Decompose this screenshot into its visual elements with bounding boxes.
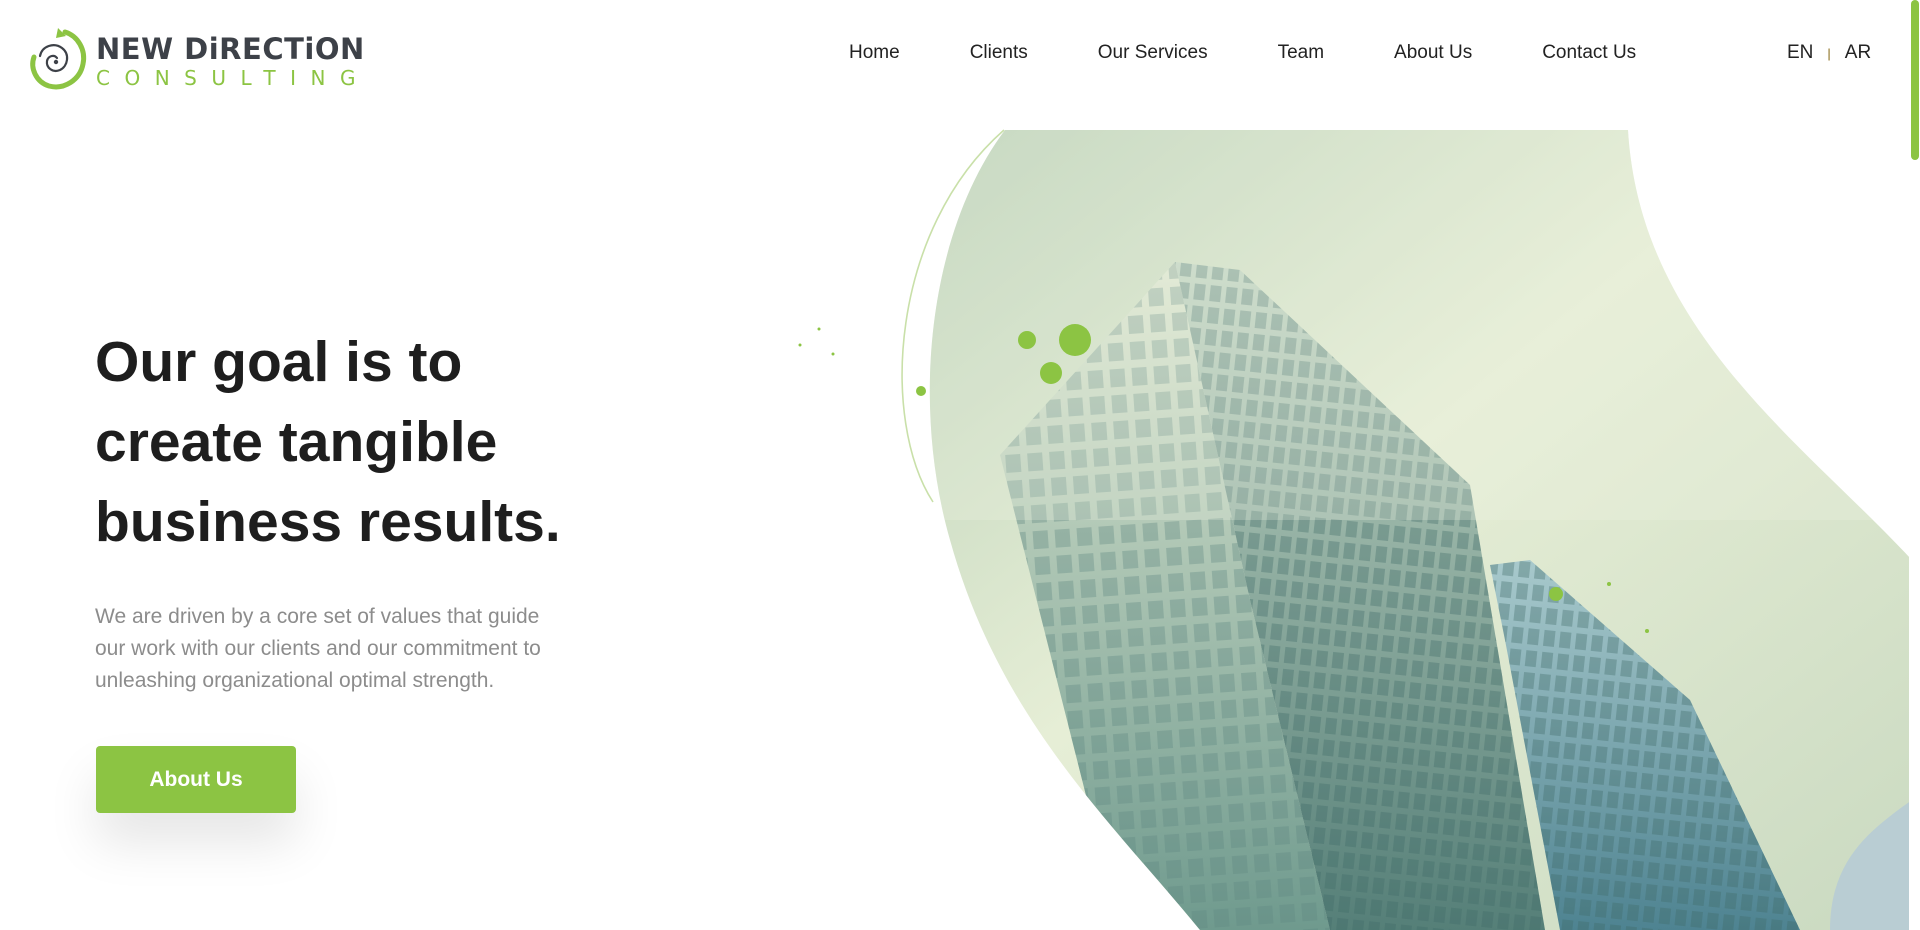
hero-description: We are driven by a core set of values th… xyxy=(95,605,541,692)
language-ar-link[interactable]: AR xyxy=(1845,42,1871,64)
scrollbar-thumb[interactable] xyxy=(1911,0,1919,160)
spiral-logo-icon xyxy=(30,28,87,90)
nav-item-home[interactable]: Home xyxy=(849,42,900,64)
language-en-link[interactable]: EN xyxy=(1787,42,1813,64)
about-us-button[interactable]: About Us xyxy=(96,746,296,813)
main-nav: Home Clients Our Services Team About Us … xyxy=(849,42,1636,64)
nav-item-our-services[interactable]: Our Services xyxy=(1098,42,1208,64)
brand-wordmark: NEW DiRECTiON CONSULTING xyxy=(96,31,370,90)
brand-name-line1: NEW DiRECTiON xyxy=(96,31,365,66)
nav-item-about-us[interactable]: About Us xyxy=(1394,42,1472,64)
brand-logo[interactable]: NEW DiRECTiON CONSULTING xyxy=(28,26,364,96)
language-separator: | xyxy=(1827,45,1831,61)
nav-item-team[interactable]: Team xyxy=(1278,42,1324,64)
nav-item-contact-us[interactable]: Contact Us xyxy=(1542,42,1636,64)
page-scrollbar[interactable] xyxy=(1909,0,1920,930)
hero-title: Our goal is to create tangible business … xyxy=(95,330,561,554)
brand-name-line2: CONSULTING xyxy=(96,65,370,90)
landing-page: NEW DiRECTiON CONSULTING Home Clients Ou… xyxy=(0,0,1920,930)
language-switcher: EN | AR xyxy=(1787,42,1871,64)
nav-item-clients[interactable]: Clients xyxy=(970,42,1028,64)
